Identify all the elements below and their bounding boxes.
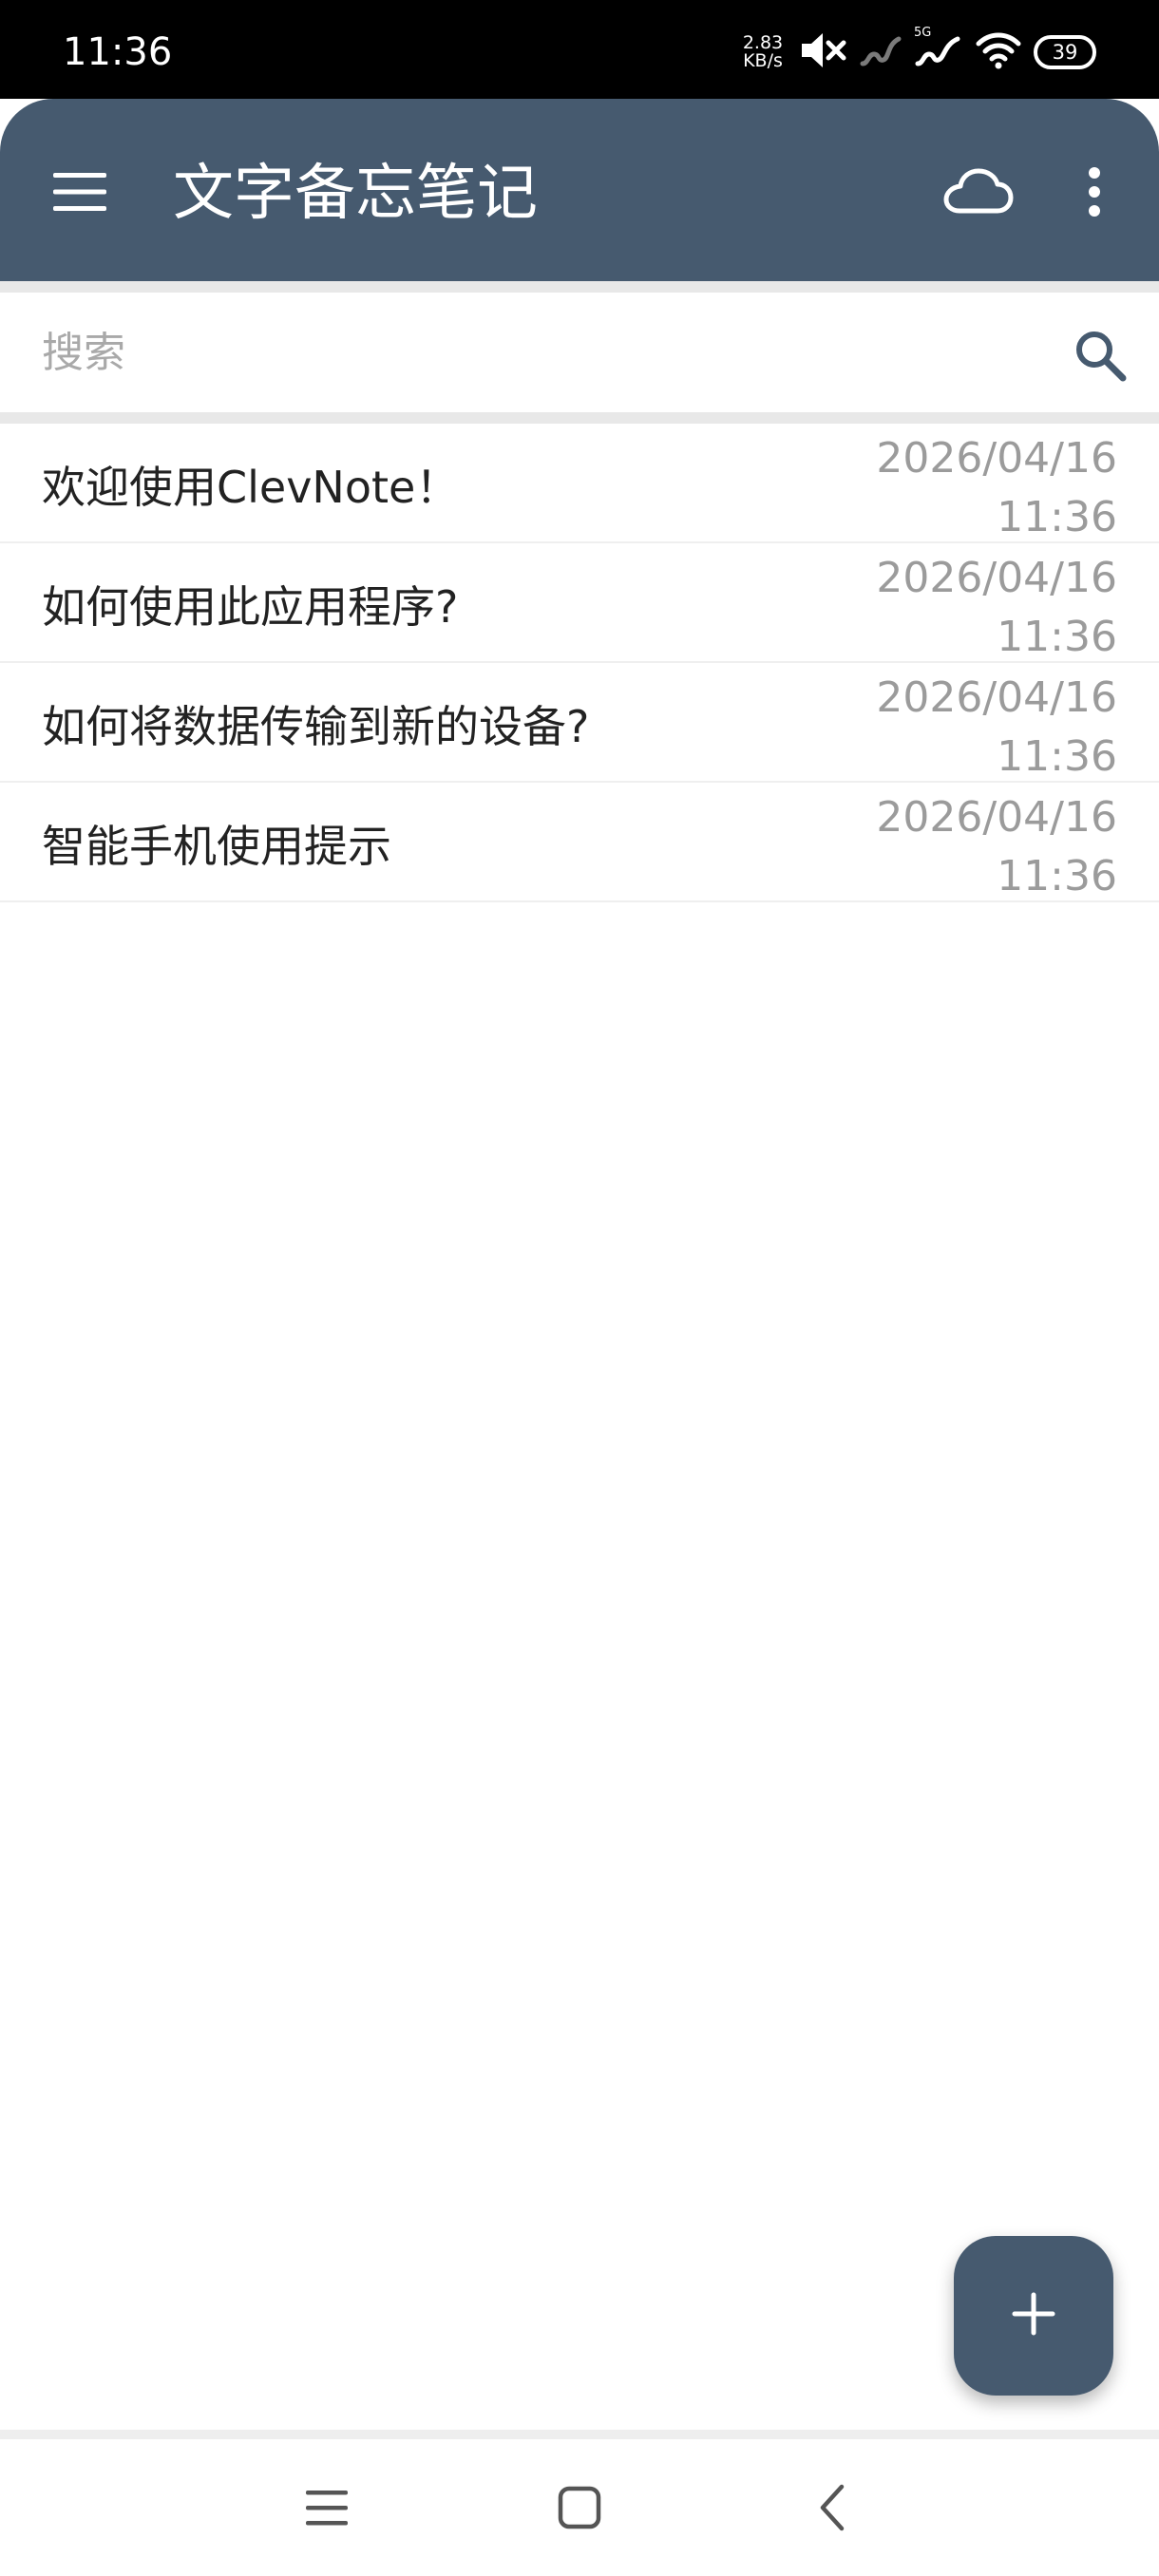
list-item[interactable]: 智能手机使用提示 2026/04/16 11:36 xyxy=(0,783,1159,902)
app-title: 文字备忘笔记 xyxy=(173,159,538,229)
screen: 11:36 2.83 KB/s 5G 39 文字备忘笔记 搜索 欢迎使用Clev… xyxy=(0,0,1159,2576)
signal-icon xyxy=(859,31,902,73)
note-list: 欢迎使用ClevNote！ 2026/04/16 11:36 如何使用此应用程序… xyxy=(0,424,1159,902)
search-button[interactable] xyxy=(1062,319,1138,395)
note-date: 2026/04/16 xyxy=(876,554,1117,602)
cloud-sync-button[interactable] xyxy=(933,152,1024,236)
system-nav-bar xyxy=(0,2439,1159,2576)
list-item[interactable]: 欢迎使用ClevNote！ 2026/04/16 11:36 xyxy=(0,424,1159,543)
divider xyxy=(0,412,1159,424)
note-title: 欢迎使用ClevNote！ xyxy=(42,462,460,513)
battery-level: 39 xyxy=(1052,41,1078,64)
note-time: 11:36 xyxy=(997,613,1117,661)
mute-icon xyxy=(798,29,847,75)
note-time: 11:36 xyxy=(997,732,1117,781)
note-title: 如何使用此应用程序? xyxy=(42,581,459,633)
back-button[interactable] xyxy=(787,2464,878,2555)
list-item[interactable]: 如何将数据传输到新的设备? 2026/04/16 11:36 xyxy=(0,663,1159,783)
status-bar: 11:36 2.83 KB/s 5G 39 xyxy=(0,0,1159,99)
search-icon xyxy=(1073,328,1128,387)
divider xyxy=(0,281,1159,293)
more-vert-icon xyxy=(1087,165,1102,222)
recents-button[interactable] xyxy=(281,2464,372,2555)
note-date: 2026/04/16 xyxy=(876,793,1117,842)
list-item[interactable]: 如何使用此应用程序? 2026/04/16 11:36 xyxy=(0,543,1159,663)
app-bar: 文字备忘笔记 xyxy=(0,99,1159,281)
add-note-button[interactable] xyxy=(954,2236,1113,2396)
status-icons: 2.83 KB/s 5G 39 xyxy=(739,25,1096,80)
search-bar xyxy=(0,293,1159,412)
back-icon xyxy=(815,2483,849,2536)
note-title: 智能手机使用提示 xyxy=(42,821,391,872)
divider xyxy=(0,2430,1159,2439)
home-button[interactable] xyxy=(534,2464,625,2555)
note-date: 2026/04/16 xyxy=(876,673,1117,722)
network-speed-unit: KB/s xyxy=(743,50,783,71)
hamburger-menu-icon xyxy=(51,169,108,218)
home-icon xyxy=(557,2485,602,2534)
signal-5g-icon: 5G xyxy=(914,26,963,73)
note-date: 2026/04/16 xyxy=(876,434,1117,483)
menu-button[interactable] xyxy=(38,152,122,236)
more-options-button[interactable] xyxy=(1056,152,1132,236)
status-time: 11:36 xyxy=(63,30,173,74)
network-type-label: 5G xyxy=(914,26,932,40)
cloud-icon xyxy=(942,167,1015,220)
network-speed: 2.83 KB/s xyxy=(739,34,787,70)
battery-icon: 39 xyxy=(1034,35,1096,69)
recents-icon xyxy=(304,2487,350,2532)
wifi-icon xyxy=(975,30,1022,74)
note-title: 如何将数据传输到新的设备? xyxy=(42,701,590,752)
search-input[interactable] xyxy=(42,312,1039,393)
plus-icon xyxy=(1011,2291,1056,2340)
note-time: 11:36 xyxy=(997,852,1117,900)
note-time: 11:36 xyxy=(997,493,1117,541)
